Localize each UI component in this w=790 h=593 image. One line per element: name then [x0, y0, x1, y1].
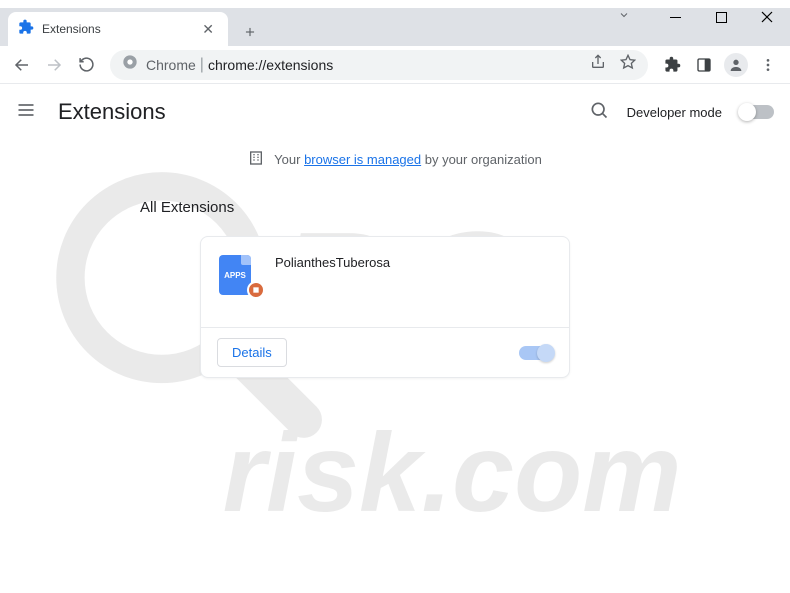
developer-mode-toggle[interactable]: [740, 105, 774, 119]
extension-card: APPS PolianthesTuberosa Details: [200, 236, 570, 378]
address-bar[interactable]: Chrome | chrome://extensions: [110, 50, 648, 80]
page-title: Extensions: [58, 99, 166, 125]
url-scheme: Chrome: [146, 57, 196, 73]
kebab-menu-icon[interactable]: [754, 51, 782, 79]
share-icon[interactable]: [590, 54, 606, 75]
building-icon: [248, 150, 264, 169]
profile-avatar[interactable]: [722, 51, 750, 79]
tab-label: Extensions: [42, 22, 101, 36]
new-tab-button[interactable]: [236, 18, 264, 46]
back-button[interactable]: [8, 51, 36, 79]
close-tab-icon[interactable]: ✕: [198, 17, 218, 42]
developer-mode-label: Developer mode: [627, 105, 722, 120]
extension-icon: [18, 19, 34, 40]
extension-app-icon: APPS: [219, 255, 259, 295]
reload-button[interactable]: [72, 51, 100, 79]
search-icon[interactable]: [589, 100, 609, 125]
extensions-menu-icon[interactable]: [658, 51, 686, 79]
maximize-button[interactable]: [698, 0, 744, 34]
minimize-button[interactable]: [652, 0, 698, 34]
close-window-button[interactable]: [744, 0, 790, 34]
bookmark-icon[interactable]: [620, 54, 636, 75]
browser-toolbar: Chrome | chrome://extensions: [0, 46, 790, 84]
menu-icon[interactable]: [16, 100, 40, 124]
details-button[interactable]: Details: [217, 338, 287, 367]
browser-managed-link[interactable]: browser is managed: [304, 152, 421, 167]
side-panel-icon[interactable]: [690, 51, 718, 79]
url-text: chrome://extensions: [208, 57, 333, 73]
section-title: All Extensions: [140, 199, 790, 216]
caret-down-icon[interactable]: [618, 8, 630, 26]
tab-extensions[interactable]: Extensions ✕: [8, 12, 228, 46]
forward-button[interactable]: [40, 51, 68, 79]
managed-badge-icon: [247, 281, 265, 299]
extensions-toolbar: Extensions Developer mode: [0, 84, 790, 140]
managed-notice: Your browser is managed by your organiza…: [0, 140, 790, 179]
chrome-icon: [122, 54, 138, 75]
svg-text:risk.com: risk.com: [223, 410, 682, 535]
extension-name: PolianthesTuberosa: [275, 255, 390, 309]
extension-enable-toggle[interactable]: [519, 346, 553, 360]
